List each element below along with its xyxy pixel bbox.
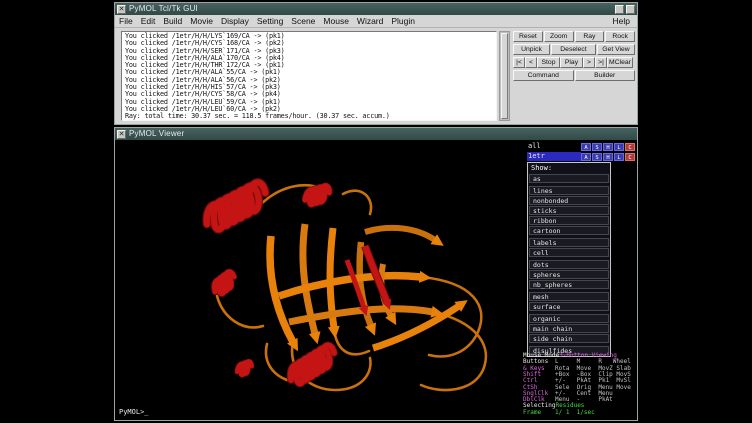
menu-item[interactable]: Setting (253, 15, 287, 27)
control-button-panel: Reset Zoom Ray Rock Unpick Deselect Get … (513, 31, 635, 83)
show-menu-item[interactable]: cell (529, 248, 609, 257)
menu-item[interactable]: File (115, 15, 137, 27)
mclear-button[interactable]: MClear (607, 57, 633, 68)
show-menu-item[interactable]: labels (529, 238, 609, 247)
stop-button[interactable]: Stop (537, 57, 560, 68)
show-menu-item[interactable]: cartoon (529, 226, 609, 235)
show-menu-item[interactable]: dots (529, 260, 609, 269)
menu-item-help[interactable]: Help (609, 15, 634, 27)
action-letter-button[interactable]: C (625, 153, 635, 161)
rock-button[interactable]: Rock (605, 31, 635, 42)
gui-titlebar[interactable]: ✕ PyMOL Tcl/Tk GUI (115, 3, 637, 15)
step-back-button[interactable]: < (525, 57, 537, 68)
show-menu-items: as lines nonbonded sticks ribbon cartoon (528, 174, 610, 355)
step-forward-button[interactable]: > (583, 57, 595, 68)
menu-item[interactable]: Movie (186, 15, 217, 27)
menu-item[interactable]: Edit (137, 15, 160, 27)
get-view-button[interactable]: Get View (597, 44, 635, 55)
pymol-viewer-window: ✕ PyMOL Viewer (114, 127, 638, 421)
show-menu-item[interactable]: sticks (529, 206, 609, 215)
maximize-button[interactable] (626, 5, 635, 14)
deselect-button[interactable]: Deselect (551, 44, 596, 55)
command-prompt[interactable]: PyMOL>_ (119, 408, 149, 416)
console-line: Ray: total time: 30.37 sec. = 118.5 fram… (125, 113, 493, 120)
reset-button[interactable]: Reset (513, 31, 543, 42)
action-letter-button[interactable]: A (581, 143, 591, 151)
output-console: You clicked /1etr/H/H/LYS`169/CA -> (pk1… (121, 31, 497, 121)
builder-button[interactable]: Builder (575, 70, 636, 81)
rewind-button[interactable]: |< (513, 57, 525, 68)
close-icon[interactable]: ✕ (117, 130, 126, 139)
scrollbar-thumb[interactable] (501, 33, 508, 119)
iconify-button[interactable] (615, 5, 624, 14)
show-menu-item[interactable]: nb_spheres (529, 280, 609, 289)
desktop: ✕ PyMOL Tcl/Tk GUI Help File Edit Build … (0, 0, 752, 423)
gui-window-title: PyMOL Tcl/Tk GUI (129, 3, 198, 15)
menu-item[interactable]: Wizard (353, 15, 387, 27)
menu-bar: Help File Edit Build Movie Display Setti… (115, 15, 637, 28)
menu-item[interactable]: Display (217, 15, 253, 27)
ray-button[interactable]: Ray (575, 31, 605, 42)
unpick-button[interactable]: Unpick (513, 44, 550, 55)
object-row-1etr[interactable]: 1etr ASHLC (525, 152, 637, 161)
show-menu-item[interactable]: mesh (529, 292, 609, 301)
show-menu-item[interactable]: lines (529, 186, 609, 195)
action-letter-button[interactable]: A (581, 153, 591, 161)
play-button[interactable]: Play (560, 57, 583, 68)
show-menu-item[interactable]: organic (529, 314, 609, 323)
object-name[interactable]: all (527, 142, 581, 151)
frame-row: Frame1/ 1 1/sec (523, 410, 635, 416)
action-letter-button[interactable]: L (614, 153, 624, 161)
menu-item[interactable]: Plugin (387, 15, 419, 27)
show-menu-item[interactable]: ribbon (529, 216, 609, 225)
close-icon[interactable]: ✕ (117, 5, 126, 14)
pymol-tcltk-gui-window: ✕ PyMOL Tcl/Tk GUI Help File Edit Build … (114, 2, 638, 125)
viewer-window-title: PyMOL Viewer (129, 128, 184, 140)
protein-structure (121, 144, 525, 412)
object-row-all[interactable]: all ASHLC (525, 142, 637, 151)
show-menu-item[interactable]: as (529, 174, 609, 183)
action-letter-button[interactable]: S (592, 143, 602, 151)
show-menu-header: Show: (528, 163, 610, 174)
action-letter-button[interactable]: S (592, 153, 602, 161)
action-letter-button[interactable]: H (603, 153, 613, 161)
show-menu: Show: as lines nonbonded sticks ribbon (527, 162, 611, 357)
console-scrollbar[interactable] (499, 31, 510, 121)
action-letter-button[interactable]: H (603, 143, 613, 151)
menu-item[interactable]: Scene (287, 15, 319, 27)
show-menu-item[interactable]: surface (529, 302, 609, 311)
mouse-mode-panel: Mouse Mode3-Button Viewing ButtonsL M R … (523, 353, 635, 416)
action-letter-button[interactable]: C (625, 143, 635, 151)
show-menu-item[interactable]: spheres (529, 270, 609, 279)
show-menu-item[interactable]: main chain (529, 324, 609, 333)
object-name[interactable]: 1etr (527, 152, 581, 161)
viewer-titlebar[interactable]: ✕ PyMOL Viewer (115, 128, 637, 140)
command-button[interactable]: Command (513, 70, 574, 81)
show-menu-item[interactable]: side chain (529, 334, 609, 343)
viewport-3d[interactable]: all ASHLC 1etr ASHLC Show: (115, 140, 637, 420)
menu-item[interactable]: Mouse (319, 15, 353, 27)
fast-forward-button[interactable]: >| (595, 57, 607, 68)
action-letter-button[interactable]: L (614, 143, 624, 151)
menu-item[interactable]: Build (159, 15, 186, 27)
zoom-button[interactable]: Zoom (544, 31, 574, 42)
show-menu-item[interactable]: nonbonded (529, 196, 609, 205)
